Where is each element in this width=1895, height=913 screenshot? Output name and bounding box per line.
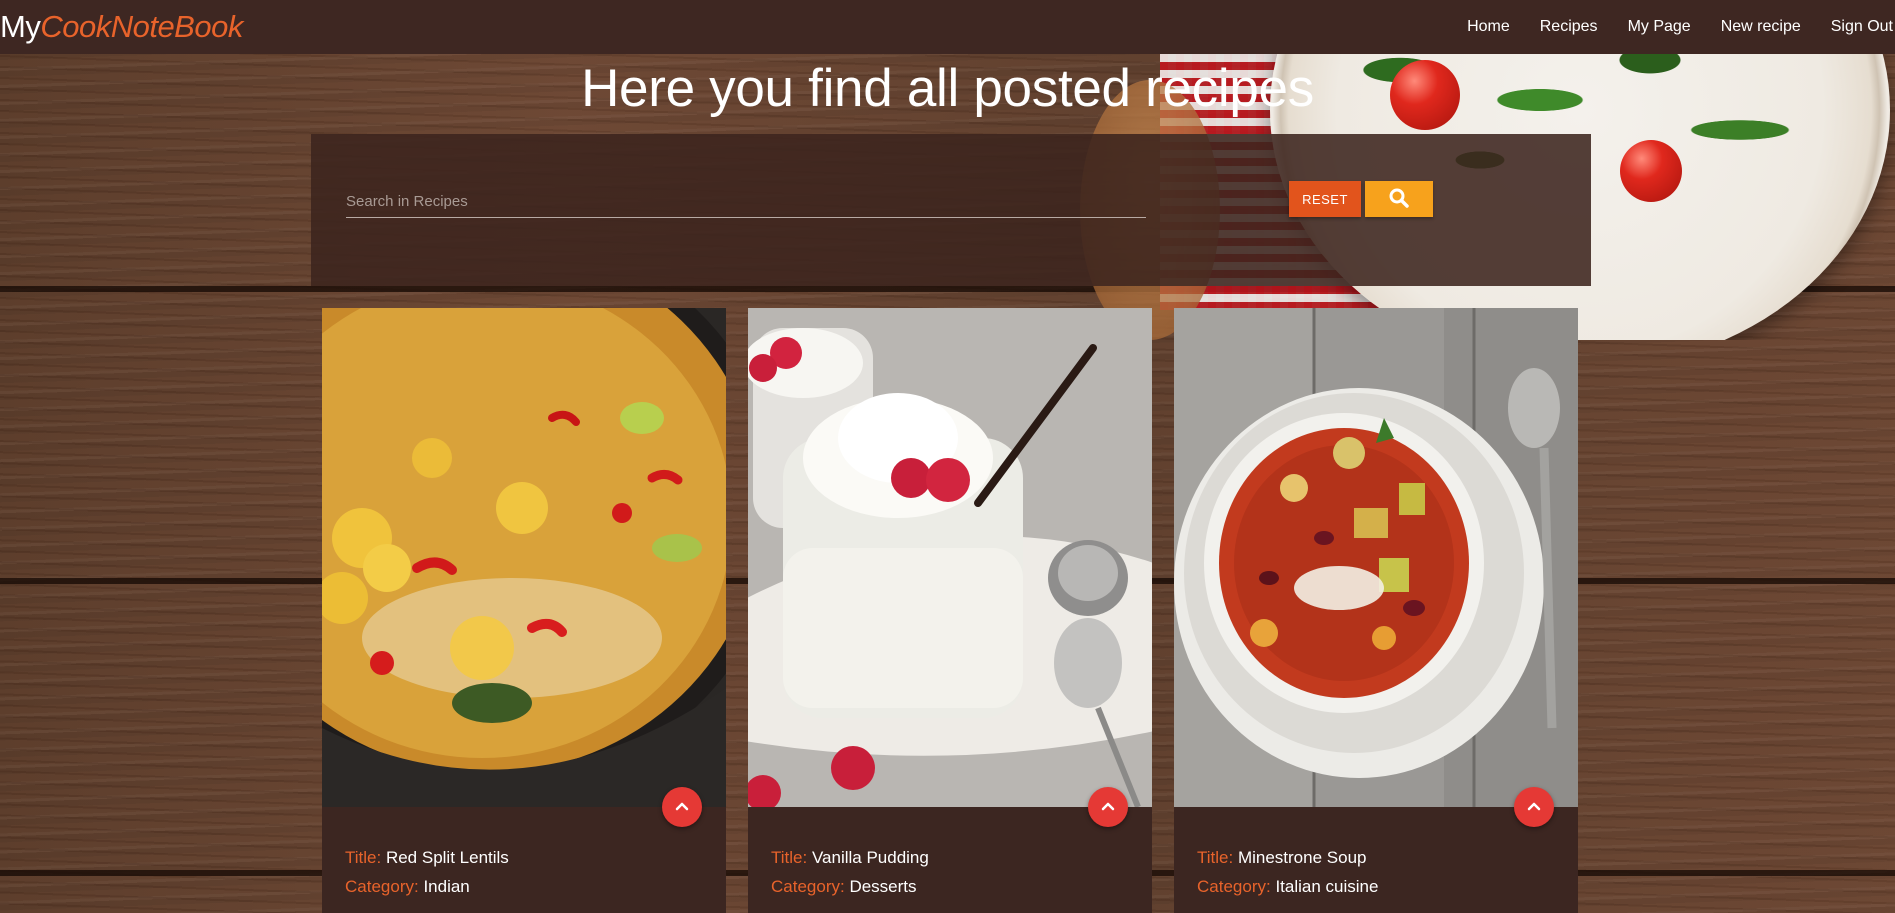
category-label: Category: bbox=[345, 877, 419, 896]
recipe-title: Minestrone Soup bbox=[1237, 848, 1367, 867]
recipe-title-row: Title: Vanilla Pudding bbox=[771, 843, 929, 872]
recipe-category-row: Category: Indian bbox=[345, 872, 509, 901]
nav-link-home[interactable]: Home bbox=[1452, 18, 1525, 36]
recipe-title-row: Title: Minestrone Soup bbox=[1197, 843, 1378, 872]
recipe-image-red-split-lentils[interactable] bbox=[322, 308, 726, 807]
chevron-up-icon bbox=[675, 798, 689, 816]
nav-link-recipes[interactable]: Recipes bbox=[1525, 18, 1613, 36]
nav-link-sign-out[interactable]: Sign Out bbox=[1816, 18, 1895, 36]
recipe-category-row: Category: Italian cuisine bbox=[1197, 872, 1378, 901]
recipe-info: Title: Vanilla Pudding Category: Dessert… bbox=[771, 843, 929, 901]
recipe-category: Indian bbox=[423, 877, 470, 896]
nav-link-new-recipe[interactable]: New recipe bbox=[1706, 18, 1816, 36]
navbar: MyCookNoteBook Home Recipes My Page New … bbox=[0, 0, 1895, 54]
search-button[interactable] bbox=[1365, 181, 1433, 217]
recipe-title: Vanilla Pudding bbox=[811, 848, 929, 867]
recipe-category: Italian cuisine bbox=[1275, 877, 1379, 896]
recipe-info: Title: Minestrone Soup Category: Italian… bbox=[1197, 843, 1378, 901]
recipe-category: Desserts bbox=[849, 877, 917, 896]
nav-links: Home Recipes My Page New recipe Sign Out bbox=[1452, 18, 1895, 36]
title-label: Title: bbox=[1197, 848, 1234, 867]
page-title: Here you find all posted recipes bbox=[581, 59, 1314, 118]
recipe-image-vanilla-pudding[interactable] bbox=[748, 308, 1152, 807]
recipe-title-row: Title: Red Split Lentils bbox=[345, 843, 509, 872]
recipe-card[interactable]: Title: Red Split Lentils Category: India… bbox=[322, 308, 726, 913]
reset-button[interactable]: RESET bbox=[1289, 181, 1361, 217]
search-input[interactable] bbox=[346, 186, 1146, 218]
title-label: Title: bbox=[345, 848, 382, 867]
expand-toggle-button[interactable] bbox=[662, 787, 702, 827]
brand-logo[interactable]: MyCookNoteBook bbox=[0, 9, 243, 45]
category-label: Category: bbox=[1197, 877, 1271, 896]
search-icon bbox=[1389, 188, 1409, 211]
nav-link-my-page[interactable]: My Page bbox=[1613, 18, 1706, 36]
brand-cooknotebook: CookNoteBook bbox=[40, 9, 243, 44]
recipe-card[interactable]: Title: Vanilla Pudding Category: Dessert… bbox=[748, 308, 1152, 913]
chevron-up-icon bbox=[1101, 798, 1115, 816]
expand-toggle-button[interactable] bbox=[1088, 787, 1128, 827]
brand-my: My bbox=[0, 9, 41, 44]
recipe-title: Red Split Lentils bbox=[385, 848, 509, 867]
recipe-card[interactable]: Title: Minestrone Soup Category: Italian… bbox=[1174, 308, 1578, 913]
recipe-image-minestrone-soup[interactable] bbox=[1174, 308, 1578, 807]
category-label: Category: bbox=[771, 877, 845, 896]
search-panel: RESET bbox=[311, 134, 1591, 286]
tomato bbox=[1620, 140, 1682, 202]
chevron-up-icon bbox=[1527, 798, 1541, 816]
recipe-info: Title: Red Split Lentils Category: India… bbox=[345, 843, 509, 901]
recipe-category-row: Category: Desserts bbox=[771, 872, 929, 901]
expand-toggle-button[interactable] bbox=[1514, 787, 1554, 827]
title-label: Title: bbox=[771, 848, 808, 867]
